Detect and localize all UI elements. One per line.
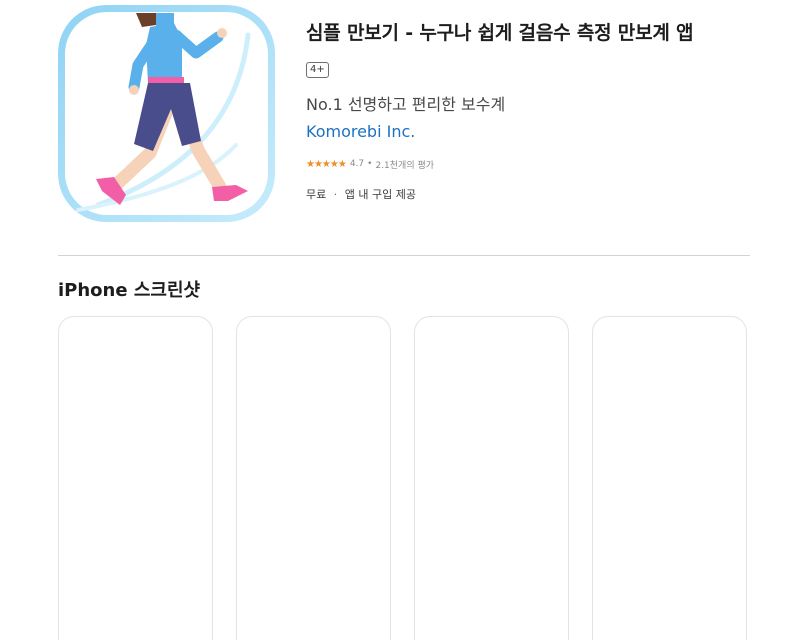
rating-summary: ★★★★★ 4.7 • 2.1천개의 평가 bbox=[306, 157, 434, 171]
walking-woman-icon bbox=[58, 5, 275, 222]
app-title: 심플 만보기 - 누구나 쉽게 걸음수 측정 만보계 앱 bbox=[306, 22, 694, 44]
screenshot-card-4[interactable] bbox=[592, 316, 747, 640]
star-rating-icon: ★★★★★ bbox=[306, 158, 347, 170]
rating-value: 4.7 bbox=[349, 159, 365, 169]
developer-link[interactable]: Komorebi Inc. bbox=[306, 122, 415, 141]
price-info: 무료 · 앱 내 구입 제공 bbox=[306, 186, 416, 202]
app-subtitle: No.1 선명하고 편리한 보수계 bbox=[306, 95, 506, 114]
rating-count: 2.1천개의 평가 bbox=[375, 160, 435, 171]
age-rating-badge: 4+ bbox=[306, 62, 329, 78]
screenshots-heading: iPhone 스크린샷 bbox=[58, 280, 201, 301]
screenshot-card-1[interactable] bbox=[58, 316, 213, 640]
in-app-purchase-label: 앱 내 구입 제공 bbox=[344, 188, 416, 201]
price-label: 무료 bbox=[306, 188, 327, 201]
section-divider bbox=[58, 255, 750, 256]
rating-separator: • bbox=[367, 159, 373, 169]
screenshot-card-3[interactable] bbox=[414, 316, 569, 640]
app-page: 심플 만보기 - 누구나 쉽게 걸음수 측정 만보계 앱 4+ No.1 선명하… bbox=[0, 0, 790, 640]
screenshot-card-2[interactable] bbox=[236, 316, 391, 640]
price-separator: · bbox=[333, 188, 338, 201]
